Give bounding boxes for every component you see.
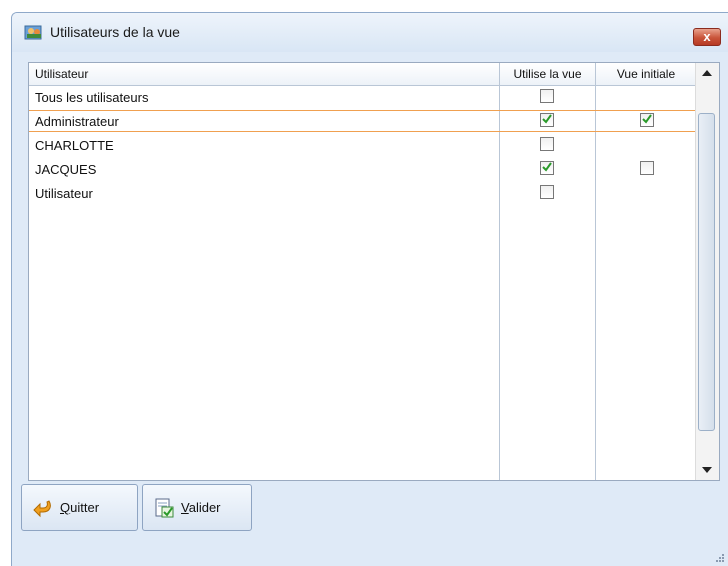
user-name-cell: CHARLOTTE [35,138,114,153]
table-row[interactable]: Utilisateur [29,182,697,206]
quit-label: Quitter [60,500,100,515]
validate-label: Valider [181,500,221,515]
table-header: Utilisateur Utilise la vue Vue initiale [29,63,697,86]
column-header-initial-view[interactable]: Vue initiale [596,63,697,85]
validate-button[interactable]: Valider [142,484,252,531]
scroll-up-arrow-icon[interactable] [696,63,718,83]
initial-view-checkbox[interactable] [640,113,654,127]
column-header-uses-view[interactable]: Utilise la vue [500,63,596,85]
close-icon: x [703,29,711,44]
validate-document-icon [155,498,174,518]
user-name-cell: Tous les utilisateurs [35,90,149,105]
scroll-down-arrow-icon[interactable] [696,460,718,480]
quit-button[interactable]: Quitter [21,484,138,531]
window-title: Utilisateurs de la vue [50,24,180,40]
user-name-cell: Utilisateur [35,186,93,201]
uses-view-checkbox[interactable] [540,113,554,127]
scrollbar-thumb[interactable] [698,113,715,431]
resize-grip-icon[interactable] [714,552,724,562]
title-bar: Utilisateurs de la vue x [12,13,728,52]
user-name-cell: Administrateur [35,114,119,129]
close-button[interactable]: x [693,28,721,46]
table-row[interactable]: Tous les utilisateurs [29,86,697,110]
users-table: Utilisateur Utilise la vue Vue initiale … [28,62,720,481]
table-row[interactable]: Administrateur [29,110,697,134]
vertical-scrollbar[interactable] [695,63,719,480]
selection-highlight [29,110,697,132]
initial-view-checkbox[interactable] [640,161,654,175]
users-app-icon [24,25,42,40]
user-name-cell: JACQUES [35,162,97,177]
dialog-window: Utilisateurs de la vue x Utilisateur Uti… [11,12,728,566]
uses-view-checkbox[interactable] [540,185,554,199]
column-header-user[interactable]: Utilisateur [29,63,500,85]
uses-view-checkbox[interactable] [540,89,554,103]
uses-view-checkbox[interactable] [540,137,554,151]
table-row[interactable]: JACQUES [29,158,697,182]
uses-view-checkbox[interactable] [540,161,554,175]
back-arrow-icon [33,500,51,518]
table-row[interactable]: CHARLOTTE [29,134,697,158]
